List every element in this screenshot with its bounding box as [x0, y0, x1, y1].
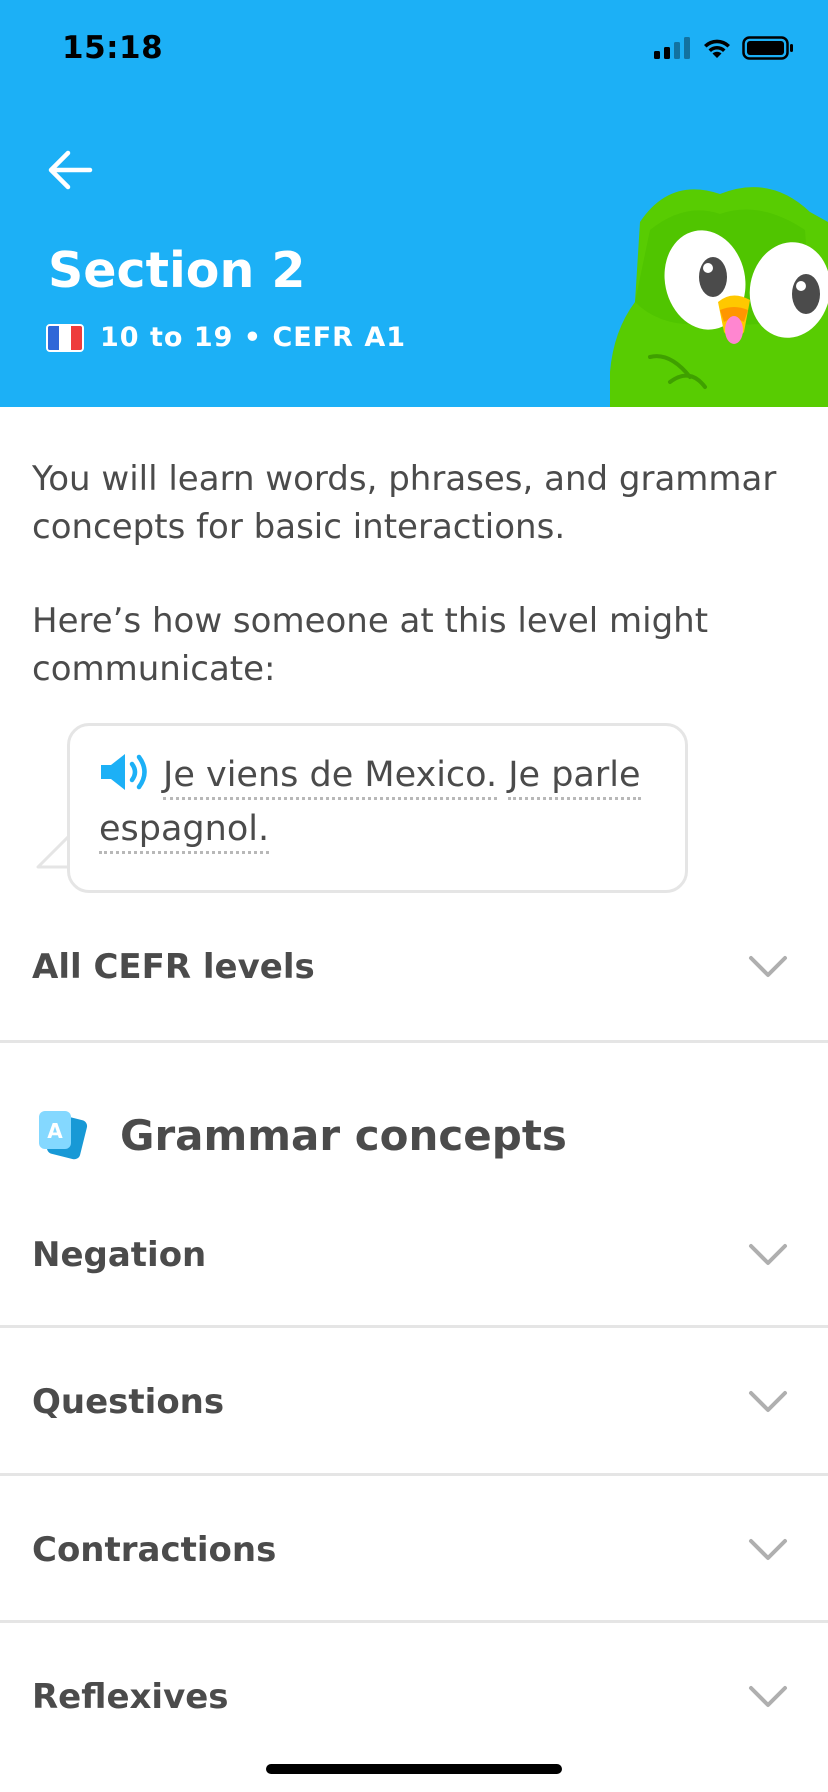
arrow-left-icon [48, 150, 93, 190]
speaker-icon[interactable] [99, 752, 151, 792]
grammar-concepts-title: Grammar concepts [120, 1110, 567, 1160]
cefr-levels-row[interactable]: All CEFR levels [0, 917, 828, 1017]
example-intro-paragraph: Here’s how someone at this level might c… [32, 601, 709, 689]
grammar-item-questions[interactable]: Questions [0, 1352, 828, 1452]
grammar-item-reflexives[interactable]: Reflexives [0, 1647, 828, 1747]
speech-bubble-tail [36, 835, 70, 869]
grammar-item-contractions[interactable]: Contractions [0, 1500, 828, 1600]
grammar-item-label: Questions [32, 1382, 225, 1422]
section-subtitle: 10 to 19 • CEFR A1 [46, 322, 406, 353]
flashcards-icon: A [39, 1111, 88, 1160]
wifi-icon [704, 39, 730, 58]
grammar-item-negation[interactable]: Negation [0, 1205, 828, 1305]
divider [0, 1040, 828, 1043]
section-header: 15:18 Section 2 10 to 19 • CEFR A1 [0, 0, 828, 407]
divider [0, 1473, 828, 1476]
cellular-signal-icon [654, 37, 690, 59]
grammar-item-label: Reflexives [32, 1677, 229, 1717]
example-phrase-3[interactable]: espagnol. [99, 809, 270, 854]
chevron-down-icon [749, 1539, 787, 1560]
page-title: Section 2 [48, 242, 306, 299]
example-phrase-2[interactable]: Je parle [508, 755, 641, 800]
divider [0, 1620, 828, 1623]
chevron-down-icon [749, 1391, 787, 1412]
status-time: 15:18 [62, 30, 164, 66]
chevron-down-icon [749, 956, 787, 977]
back-button[interactable] [42, 140, 102, 200]
chevron-down-icon [749, 1686, 787, 1707]
france-flag-icon [46, 323, 84, 352]
svg-text:A: A [47, 1119, 63, 1143]
status-icons [654, 36, 794, 60]
chevron-down-icon [749, 1244, 787, 1265]
intro-paragraph: You will learn words, phrases, and gramm… [32, 459, 777, 547]
level-range-label: 10 to 19 • CEFR A1 [100, 322, 407, 353]
cefr-levels-label: All CEFR levels [32, 947, 315, 987]
example-phrase-1[interactable]: Je viens de Mexico. [163, 755, 498, 800]
home-indicator[interactable] [266, 1764, 562, 1774]
battery-icon [742, 36, 793, 60]
divider [0, 1325, 828, 1328]
grammar-concepts-header: A Grammar concepts [36, 1107, 567, 1163]
grammar-item-label: Negation [32, 1235, 207, 1275]
owl-mascot-icon [610, 187, 828, 407]
example-speech-bubble: Je viens de Mexico. Je parle espagnol. [67, 723, 688, 893]
example-sentence: Je viens de Mexico. Je parle espagnol. [99, 748, 669, 856]
grammar-item-label: Contractions [32, 1530, 277, 1570]
